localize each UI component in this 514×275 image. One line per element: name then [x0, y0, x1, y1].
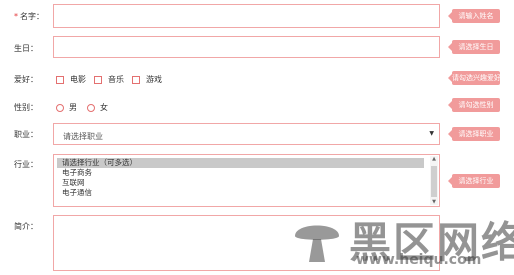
watermark-url: www.heiqu.com — [356, 252, 482, 268]
radio-icon[interactable] — [56, 103, 64, 112]
industry-option[interactable]: 请选择行业（可多选） — [57, 158, 424, 168]
occupation-selected-value: 请选择职业 — [63, 132, 103, 141]
scroll-down-icon[interactable]: ▼ — [430, 199, 438, 205]
industry-tip: 请选择行业 — [448, 174, 500, 188]
name-input[interactable] — [53, 4, 440, 28]
occupation-tip: 请选择职业 — [448, 127, 500, 141]
required-mark: * — [14, 12, 18, 21]
hobby-option-game[interactable]: 游戏 — [132, 74, 162, 85]
hobby-tip: 请勾选兴趣爱好 — [448, 71, 501, 85]
caret-down-icon: ▼ — [429, 130, 434, 137]
industry-option[interactable]: 电子通信 — [54, 188, 427, 198]
radio-icon[interactable] — [87, 103, 95, 112]
birthday-tip: 请选择生日 — [448, 40, 500, 54]
checkbox-icon[interactable] — [94, 75, 102, 84]
gender-option-male[interactable]: 男 — [56, 102, 77, 113]
birthday-input[interactable] — [53, 36, 440, 58]
name-label: * 名字： — [14, 12, 44, 21]
industry-option[interactable]: 互联网 — [54, 178, 427, 188]
hobby-label: 爱好： — [14, 75, 38, 84]
scroll-up-icon[interactable]: ▲ — [430, 156, 438, 162]
gender-tip: 请勾选性别 — [448, 98, 500, 112]
gender-label: 性别： — [14, 103, 38, 112]
checkbox-icon[interactable] — [132, 75, 140, 84]
scrollbar-thumb[interactable] — [431, 166, 437, 197]
industry-label: 行业： — [14, 160, 38, 169]
mushroom-logo — [295, 225, 339, 262]
scrollbar[interactable]: ▲ ▼ — [430, 156, 438, 205]
occupation-label: 职业： — [14, 130, 38, 139]
hobby-option-music[interactable]: 音乐 — [94, 74, 124, 85]
birthday-label: 生日： — [14, 44, 38, 53]
occupation-select[interactable]: 请选择职业 ▼ — [53, 123, 440, 145]
industry-option[interactable]: 电子商务 — [54, 168, 427, 178]
gender-option-female[interactable]: 女 — [87, 102, 108, 113]
industry-multiselect[interactable]: 请选择行业（可多选） 电子商务 互联网 电子通信 ▲ ▼ — [53, 154, 440, 207]
intro-label: 简介： — [14, 222, 38, 231]
name-tip: 请输入姓名 — [448, 9, 500, 23]
checkbox-icon[interactable] — [56, 75, 64, 84]
hobby-option-movie[interactable]: 电影 — [56, 74, 86, 85]
